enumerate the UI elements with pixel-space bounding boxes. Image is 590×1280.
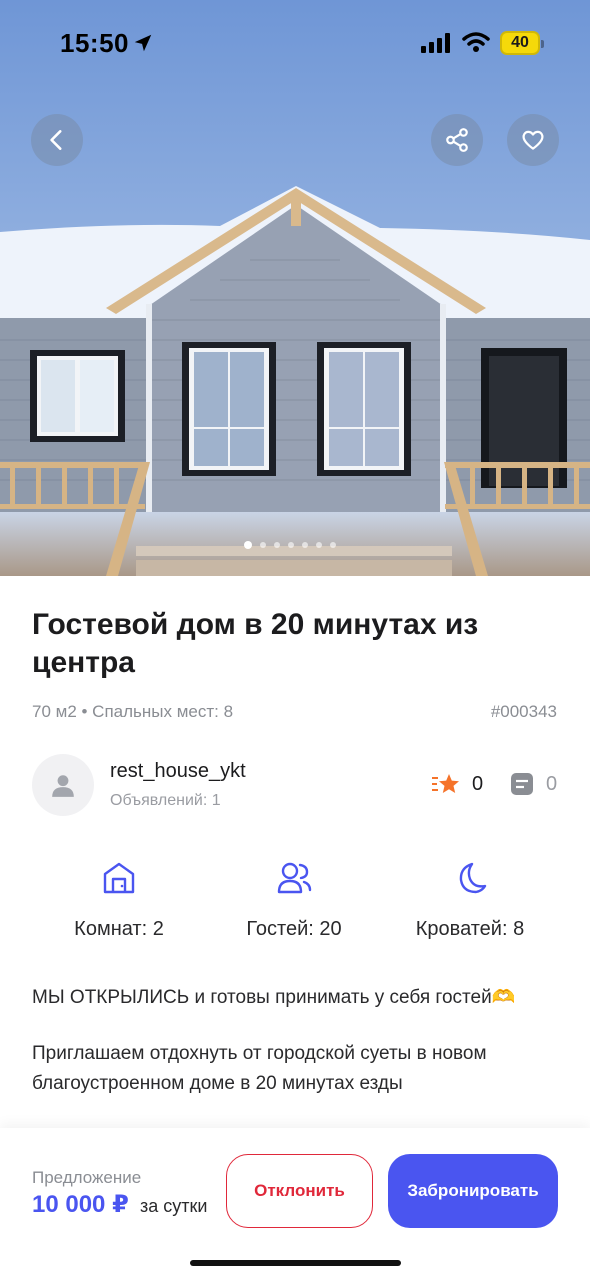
offer-label: Предложение	[32, 1168, 142, 1187]
feature-label: Гостей: 20	[246, 918, 342, 940]
home-indicator[interactable]	[190, 1260, 401, 1266]
pagination-dot[interactable]	[244, 541, 252, 549]
listing-title: Гостевой дом в 20 минутах из центра	[32, 608, 479, 679]
book-button[interactable]: Забронировать	[388, 1154, 558, 1228]
pagination-dot[interactable]	[330, 542, 336, 548]
star-icon	[432, 774, 459, 793]
location-arrow-icon	[134, 34, 152, 52]
back-icon	[50, 130, 62, 150]
avatar[interactable]	[32, 754, 94, 816]
house-icon	[103, 862, 135, 894]
offer-period: за сутки	[140, 1196, 208, 1216]
feature-rooms: Комнат: 2	[29, 860, 209, 941]
offer-price: 10 000 ₽	[32, 1191, 129, 1218]
feature-label: Кроватей: 8	[415, 918, 525, 940]
description-paragraph: Приглашаем отдохнуть от городской суеты …	[32, 1043, 487, 1094]
booking-bar: Предложение 10 000 ₽ за сутки Отклонить …	[0, 1128, 590, 1280]
heart-icon	[522, 130, 544, 150]
guests-icon	[277, 862, 312, 894]
share-button[interactable]	[431, 114, 483, 166]
reviews-count: 0	[546, 772, 558, 795]
listing-description: МЫ ОТКРЫЛИСЬ и готовы принимать у себя г…	[32, 983, 558, 1125]
status-bar: 15:50 40	[0, 0, 590, 88]
host-reviews[interactable]: 0	[510, 772, 557, 796]
pagination-dot[interactable]	[288, 542, 294, 548]
back-button[interactable]	[31, 114, 83, 166]
photo-gallery[interactable]: 15:50 40	[0, 0, 590, 576]
moon-icon	[459, 862, 487, 894]
pagination-dot[interactable]	[274, 542, 280, 548]
favorite-button[interactable]	[507, 114, 559, 166]
pagination-dot[interactable]	[302, 542, 308, 548]
cellular-signal-icon	[421, 33, 450, 53]
reviews-icon	[511, 773, 533, 795]
listing-meta: 70 м2 • Спальных мест: 8	[32, 702, 234, 721]
decline-button[interactable]: Отклонить	[226, 1154, 373, 1228]
status-time: 15:50	[60, 28, 129, 58]
listing-features: Комнат: 2 Гостей: 20 Кроватей: 8	[0, 860, 590, 950]
gallery-pagination	[244, 541, 336, 549]
description-paragraph: МЫ ОТКРЫЛИСЬ и готовы принимать у себя г…	[32, 987, 516, 1008]
feature-label: Комнат: 2	[74, 918, 164, 940]
feature-guests: Гостей: 20	[204, 860, 384, 941]
host-ads-count: Объявлений: 1	[110, 792, 221, 809]
host-name[interactable]: rest_house_ykt	[110, 760, 246, 783]
host-rating[interactable]: 0	[432, 772, 483, 796]
user-icon	[52, 775, 74, 797]
pagination-dot[interactable]	[260, 542, 266, 548]
host-card[interactable]: rest_house_ykt Объявлений: 1 0 0	[32, 754, 558, 818]
battery-level: 40	[511, 34, 529, 51]
rating-value: 0	[472, 772, 484, 795]
feature-beds: Кроватей: 8	[380, 860, 560, 941]
share-icon	[446, 128, 468, 152]
listing-id: #000343	[490, 702, 557, 721]
wifi-icon	[462, 32, 490, 52]
pagination-dot[interactable]	[316, 542, 322, 548]
battery-icon: 40	[500, 31, 544, 55]
